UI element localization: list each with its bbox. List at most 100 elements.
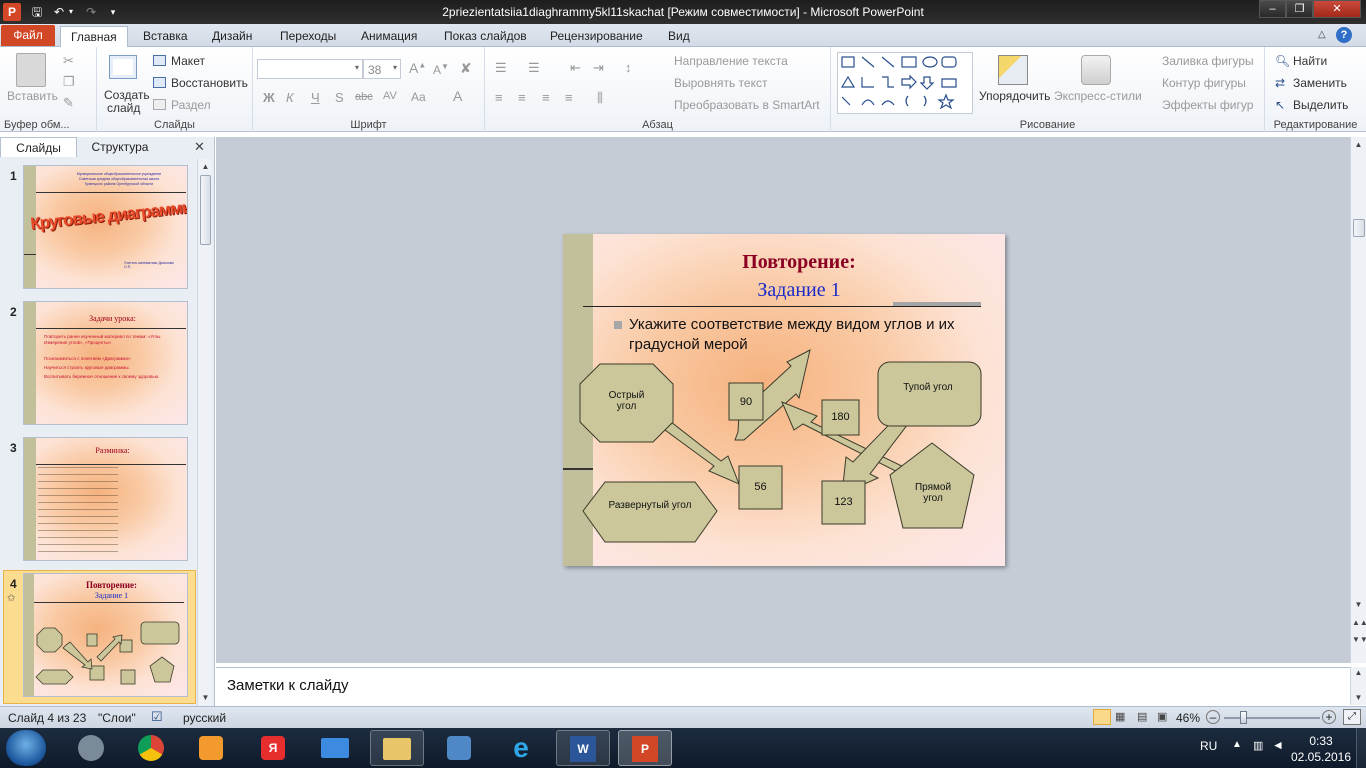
- scroll-up-icon[interactable]: ▲: [1352, 667, 1365, 679]
- zoom-in-icon[interactable]: +: [1322, 710, 1336, 724]
- columns-icon[interactable]: ⫼: [597, 90, 603, 106]
- help-icon[interactable]: ?: [1336, 27, 1352, 43]
- scroll-down-icon[interactable]: ▼: [1352, 692, 1365, 704]
- shrink-font-icon[interactable]: A▼: [433, 62, 449, 77]
- decrease-indent-icon[interactable]: ⇤: [570, 60, 581, 76]
- taskbar-app-media-icon[interactable]: [64, 730, 118, 766]
- new-slide-button-line2[interactable]: слайд: [107, 101, 140, 115]
- slide-thumbnail-2[interactable]: Задачи урока: Повторить ранее изученный …: [23, 301, 188, 425]
- zoom-level[interactable]: 46%: [1176, 711, 1200, 725]
- bullets-icon[interactable]: ☰: [495, 60, 507, 76]
- layout-icon[interactable]: [153, 55, 166, 66]
- arrange-button[interactable]: Упорядочить: [979, 89, 1050, 103]
- char-spacing-button[interactable]: AV: [383, 90, 397, 102]
- tab-slideshow[interactable]: Показ слайдов: [434, 26, 537, 47]
- clear-format-icon[interactable]: ✘: [460, 60, 472, 77]
- tab-transitions[interactable]: Переходы: [270, 26, 346, 47]
- tab-review[interactable]: Рецензирование: [540, 26, 653, 47]
- shape-outline-button[interactable]: Контур фигуры: [1144, 76, 1246, 90]
- scroll-down-icon[interactable]: ▼: [199, 690, 212, 705]
- cut-icon[interactable]: ✂: [63, 53, 74, 69]
- notes-scrollbar[interactable]: ▲ ▼: [1350, 667, 1366, 705]
- notes-pane[interactable]: Заметки к слайду: [216, 667, 1350, 705]
- spellcheck-icon[interactable]: ☑: [151, 709, 163, 725]
- layout-button[interactable]: Макет: [171, 54, 205, 68]
- tab-design[interactable]: Дизайн: [202, 26, 262, 47]
- font-size-combo[interactable]: 38 ▾: [363, 59, 401, 79]
- theme-name[interactable]: "Слои": [98, 711, 136, 725]
- justify-icon[interactable]: ≡: [565, 90, 573, 105]
- shapes-gallery[interactable]: [837, 52, 973, 114]
- slide-thumbnail-1[interactable]: Муниципальное общеобразовательное учрежд…: [23, 165, 188, 289]
- select-button[interactable]: Выделить: [1275, 98, 1348, 112]
- replace-button[interactable]: Заменить: [1275, 76, 1347, 90]
- strikethrough-button[interactable]: abc: [355, 91, 373, 103]
- numbering-icon[interactable]: ☰: [528, 60, 540, 76]
- slideshow-icon[interactable]: ▣: [1157, 710, 1167, 723]
- close-button[interactable]: ✕: [1313, 0, 1361, 18]
- new-slide-button[interactable]: Создать: [104, 88, 150, 102]
- minimize-button[interactable]: –: [1259, 0, 1286, 18]
- scroll-thumb[interactable]: [200, 175, 211, 245]
- notes-placeholder[interactable]: Заметки к слайду: [227, 677, 349, 694]
- align-left-icon[interactable]: ≡: [495, 90, 503, 105]
- format-painter-icon[interactable]: ✎: [63, 95, 74, 111]
- align-text-button[interactable]: Выровнять текст: [658, 76, 767, 90]
- line-spacing-icon[interactable]: ↕: [625, 60, 632, 75]
- taskbar-chrome-icon[interactable]: [124, 730, 178, 766]
- normal-view-icon[interactable]: [1093, 709, 1111, 725]
- prev-slide-icon[interactable]: ▲▲: [1352, 615, 1366, 630]
- text-direction-button[interactable]: Направление текста: [658, 54, 788, 68]
- zoom-slider[interactable]: [1224, 717, 1320, 719]
- keyboard-language[interactable]: RU: [1200, 739, 1217, 753]
- scroll-thumb[interactable]: [1353, 219, 1365, 237]
- close-pane-icon[interactable]: ✕: [194, 139, 205, 155]
- zoom-out-icon[interactable]: –: [1206, 710, 1220, 724]
- taskbar-explorer-icon[interactable]: [370, 730, 424, 766]
- arrange-icon[interactable]: [998, 55, 1028, 85]
- restore-button[interactable]: ❐: [1286, 0, 1313, 18]
- fit-to-window-icon[interactable]: ⤢: [1343, 709, 1361, 725]
- paste-button[interactable]: Вставить: [7, 89, 58, 103]
- quick-styles-button[interactable]: Экспресс-стили: [1054, 89, 1142, 103]
- grow-font-icon[interactable]: A▲: [409, 60, 426, 76]
- scroll-up-icon[interactable]: ▲: [1352, 137, 1365, 152]
- tab-insert[interactable]: Вставка: [133, 26, 198, 47]
- increase-indent-icon[interactable]: ⇥: [593, 60, 604, 76]
- section-button[interactable]: Раздел: [171, 98, 211, 112]
- zoom-slider-thumb[interactable]: [1240, 711, 1248, 724]
- tray-expand-icon[interactable]: ▲: [1232, 739, 1242, 750]
- shape-obtuse-angle[interactable]: [877, 361, 982, 427]
- clock-date[interactable]: 02.05.2016: [1290, 750, 1352, 764]
- taskbar-yandex-icon[interactable]: Я: [246, 730, 300, 766]
- font-color-icon[interactable]: A: [453, 88, 462, 104]
- slide-sorter-icon[interactable]: ▦: [1115, 710, 1125, 723]
- taskbar-player-icon[interactable]: [184, 730, 238, 766]
- tab-home[interactable]: Главная: [60, 26, 128, 48]
- scroll-down-icon[interactable]: ▼: [1352, 597, 1365, 612]
- current-slide[interactable]: Повторение: Задание 1 Укажите соответств…: [563, 234, 1005, 566]
- taskbar-word-icon[interactable]: W: [556, 730, 610, 766]
- reading-view-icon[interactable]: ▤: [1137, 710, 1147, 723]
- change-case-button[interactable]: Aa: [411, 90, 426, 104]
- align-center-icon[interactable]: ≡: [518, 90, 526, 105]
- tab-view[interactable]: Вид: [658, 26, 700, 47]
- bold-button[interactable]: Ж: [263, 90, 275, 105]
- tab-slides-pane[interactable]: Слайды: [0, 137, 77, 157]
- copy-icon[interactable]: ❐: [63, 74, 75, 90]
- slides-pane-scrollbar[interactable]: ▲ ▼: [197, 159, 212, 706]
- paste-icon[interactable]: [16, 53, 46, 87]
- slide-thumbnail-4[interactable]: Повторение: Задание 1: [23, 573, 188, 697]
- shape-fill-button[interactable]: Заливка фигуры: [1144, 54, 1254, 68]
- slide-thumbnail-3[interactable]: Разминка:: [23, 437, 188, 561]
- shape-effects-button[interactable]: Эффекты фигур: [1144, 98, 1253, 112]
- start-button[interactable]: [6, 730, 46, 766]
- reset-button[interactable]: Восстановить: [171, 76, 248, 90]
- taskbar-mail-icon[interactable]: [308, 730, 362, 766]
- new-slide-icon[interactable]: [109, 55, 137, 79]
- taskbar-ie-icon[interactable]: e: [494, 730, 548, 766]
- font-name-combo[interactable]: ▾: [257, 59, 363, 79]
- editor-scrollbar[interactable]: ▲ ▼ ▲▲ ▼▼: [1350, 137, 1366, 663]
- align-right-icon[interactable]: ≡: [542, 90, 550, 105]
- tab-animation[interactable]: Анимация: [351, 26, 427, 47]
